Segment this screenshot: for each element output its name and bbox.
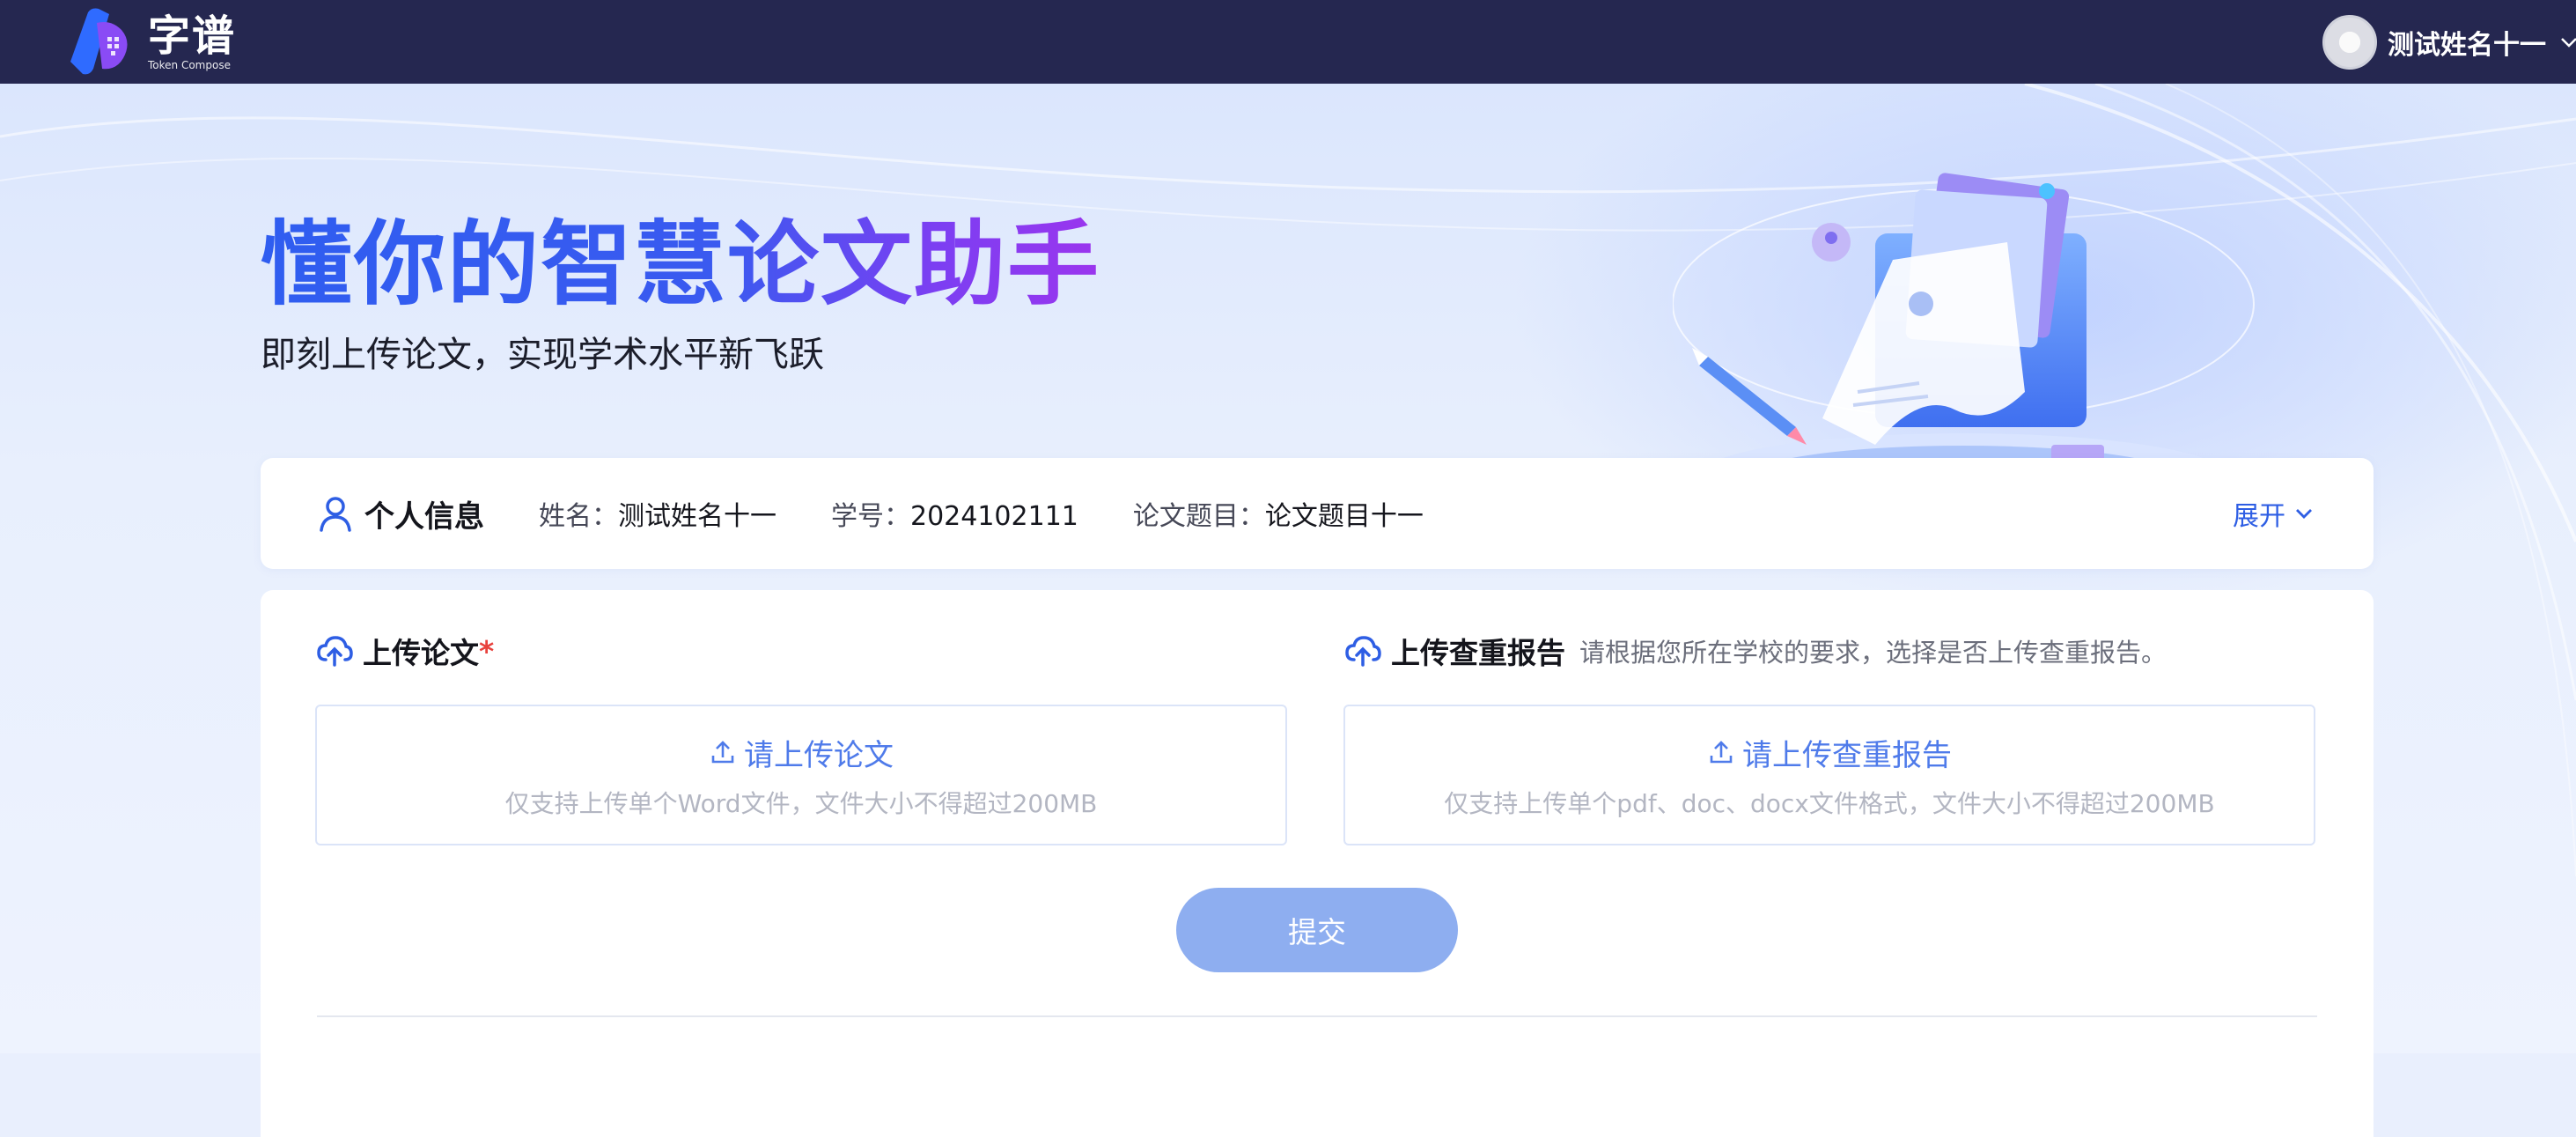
info-field-student-id: 学号：2024102111 (831, 494, 1078, 533)
avatar[interactable] (2322, 14, 2377, 70)
top-navbar: 字谱 Token Compose 测试姓名十一 (0, 0, 2576, 84)
upload-paper-label: 上传论文 (363, 636, 479, 670)
brand-logo[interactable]: 字谱 Token Compose (58, 0, 236, 84)
upload-card: 上传论文 * 请上传论文 仅支持上传单个Word文件，文件大小不得超过200MB … (261, 590, 2374, 1137)
submit-button[interactable]: 提交 (1176, 888, 1458, 972)
user-name[interactable]: 测试姓名十一 (2388, 23, 2546, 62)
personal-info-label: 个人信息 (364, 498, 484, 535)
required-mark: * (479, 633, 495, 668)
info-field-value: 论文题目十一 (1264, 501, 1424, 532)
info-field-value: 2024102111 (910, 501, 1078, 532)
info-field-key: 姓名： (539, 501, 618, 532)
user-icon (320, 497, 351, 532)
expand-toggle[interactable]: 展开 (2233, 458, 2315, 569)
brand-name-cn: 字谱 (148, 11, 237, 61)
section-divider (317, 1015, 2317, 1017)
upload-report-title: 上传查重报告 请根据您所在学校的要求，选择是否上传查重报告。 (1343, 630, 2167, 672)
expand-label[interactable]: 展开 (2233, 494, 2285, 533)
upload-report-hint: 仅支持上传单个pdf、doc、docx文件格式，文件大小不得超过200MB (1444, 788, 2215, 818)
cloud-upload-icon (1345, 636, 1381, 667)
brand-name: 字谱 Token Compose (148, 13, 236, 71)
info-field-key: 论文题目： (1132, 501, 1265, 532)
personal-info-card: 个人信息 姓名：测试姓名十一 学号：2024102111 论文题目：论文题目十一… (261, 458, 2374, 569)
upload-report-dropzone[interactable]: 请上传查重报告 仅支持上传单个pdf、doc、docx文件格式，文件大小不得超过… (1343, 705, 2315, 845)
upload-report-label: 上传查重报告 (1391, 636, 1565, 670)
chevron-down-icon[interactable] (2558, 32, 2576, 53)
info-field-key: 学号： (831, 501, 910, 532)
info-field-thesis-title: 论文题目：论文题目十一 (1133, 494, 1424, 533)
cloud-upload-icon (317, 636, 353, 667)
upload-paper-title: 上传论文 * (315, 630, 494, 672)
upload-paper-dropzone[interactable]: 请上传论文 仅支持上传单个Word文件，文件大小不得超过200MB (315, 705, 1287, 845)
user-menu[interactable]: 测试姓名十一 (2322, 0, 2576, 84)
hero-subline: 即刻上传论文，实现学术水平新飞跃 (261, 335, 824, 375)
upload-report-button[interactable]: 请上传查重报告 (1707, 731, 1952, 774)
brand-logo-icon (70, 8, 128, 74)
hero-headline: 懂你的智慧论文助手 (261, 189, 1100, 322)
brand-name-en: Token Compose (148, 58, 231, 71)
upload-icon (711, 741, 734, 764)
upload-report-description: 请根据您所在学校的要求，选择是否上传查重报告。 (1579, 638, 2168, 668)
upload-report-button-label[interactable]: 请上传查重报告 (1742, 731, 1952, 774)
chevron-down-icon[interactable] (2293, 502, 2315, 525)
upload-icon (1710, 741, 1733, 764)
info-field-name: 姓名：测试姓名十一 (539, 494, 776, 533)
upload-paper-hint: 仅支持上传单个Word文件，文件大小不得超过200MB (504, 788, 1098, 818)
personal-info-title: 个人信息 (315, 492, 484, 535)
upload-paper-button-label[interactable]: 请上传论文 (744, 731, 894, 774)
upload-paper-button[interactable]: 请上传论文 (709, 731, 894, 774)
info-field-value: 测试姓名十一 (618, 501, 776, 532)
